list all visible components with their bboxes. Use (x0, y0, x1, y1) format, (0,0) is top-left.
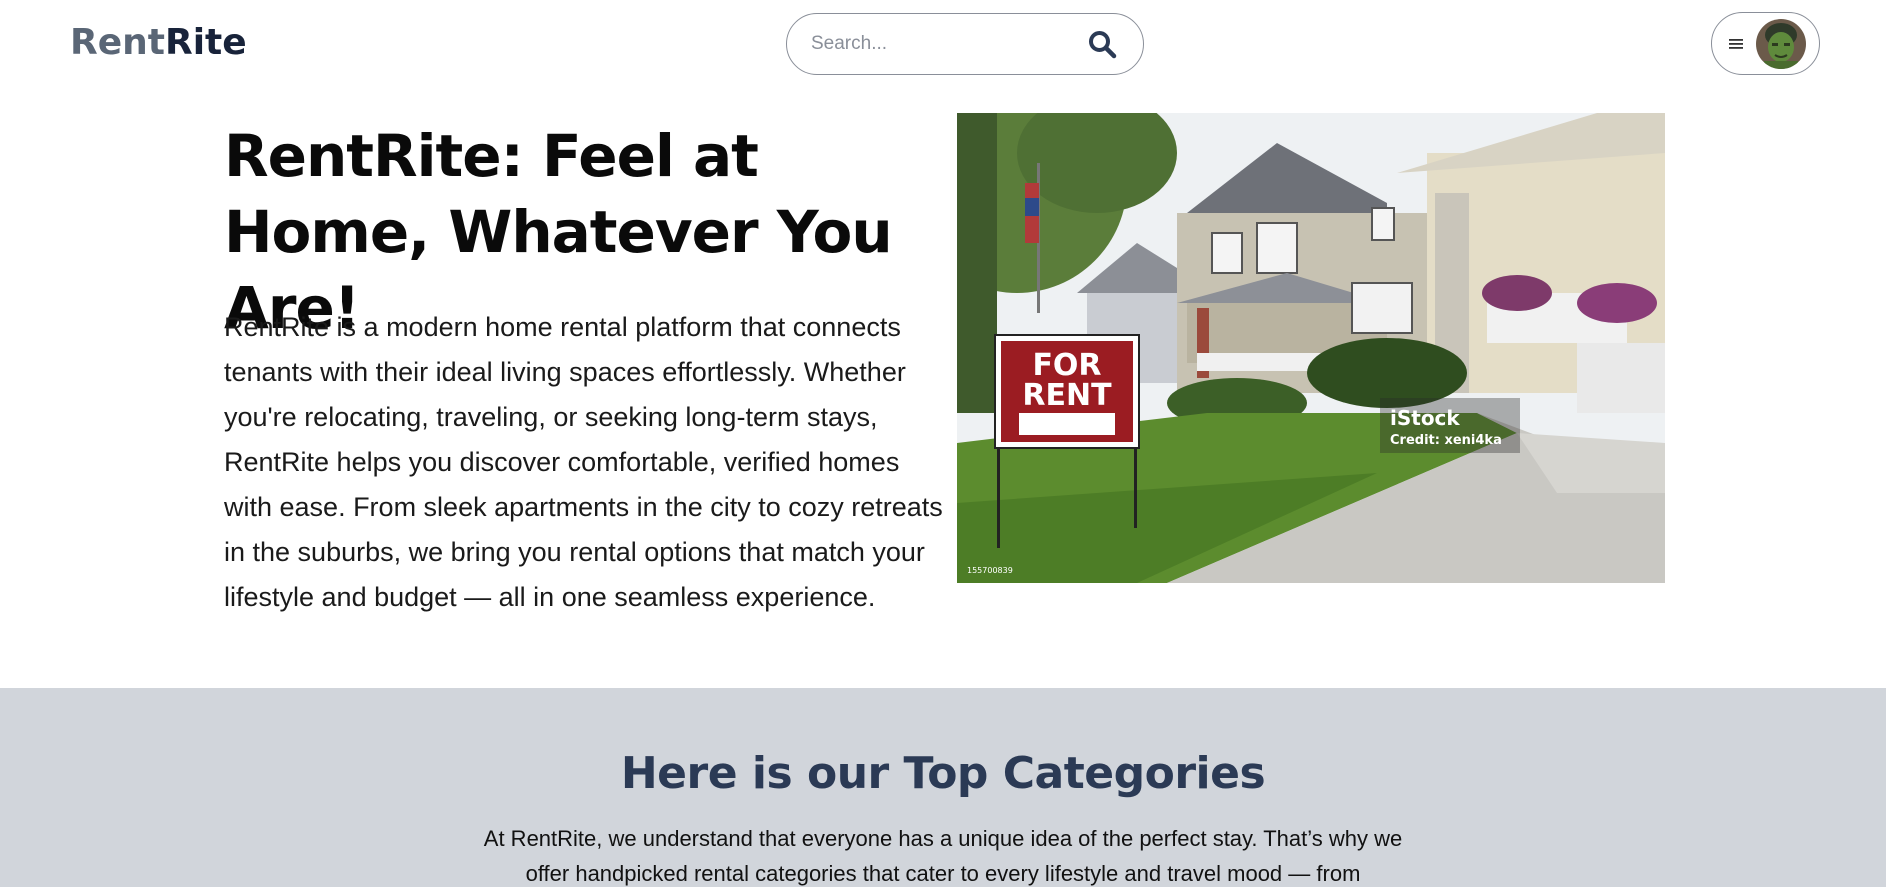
user-menu-button[interactable] (1711, 12, 1820, 75)
hero-image-for-rent-house: FOR RENT iStock Credit: xeni4ka 15570083… (957, 113, 1665, 583)
site-header: RentRite (0, 0, 1886, 92)
image-code: 155700839 (967, 566, 1013, 575)
hamburger-menu-icon (1726, 34, 1746, 54)
logo-part-rite: Rite (164, 22, 247, 63)
watermark-credit: Credit: xeni4ka (1390, 433, 1502, 448)
search-input[interactable] (811, 33, 1085, 55)
top-categories-section: Here is our Top Categories At RentRite, … (0, 688, 1886, 887)
site-logo[interactable]: RentRite (70, 22, 247, 63)
search-bar (786, 13, 1144, 75)
avatar (1756, 18, 1806, 69)
hero-description: RentRite is a modern home rental platfor… (224, 312, 943, 612)
search-icon[interactable] (1085, 27, 1119, 61)
watermark-brand: iStock (1390, 406, 1460, 430)
categories-description: At RentRite, we understand that everyone… (483, 826, 1403, 886)
sign-text-rent: RENT (1022, 378, 1112, 413)
logo-part-rent: Rent (70, 22, 165, 63)
categories-title: Here is our Top Categories (620, 748, 1266, 799)
